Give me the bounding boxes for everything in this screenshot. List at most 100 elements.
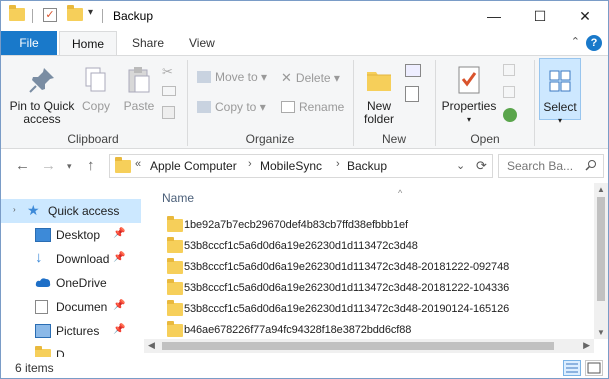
search-icon <box>585 159 597 174</box>
copy-to-label: Copy to <box>215 100 257 114</box>
properties-label: Properties <box>441 99 497 113</box>
new-item-icon[interactable] <box>405 64 421 77</box>
history-icon[interactable] <box>503 108 517 122</box>
tab-file[interactable]: File <box>1 31 57 55</box>
folder-icon <box>9 5 25 21</box>
horizontal-scrollbar[interactable]: ◀ ▶ <box>144 339 594 353</box>
desktop-icon <box>35 228 51 242</box>
status-bar: 6 items <box>1 357 608 378</box>
easy-access-icon[interactable] <box>405 86 419 102</box>
open-icon[interactable] <box>503 64 515 76</box>
address-prefix[interactable]: « <box>135 158 141 170</box>
breadcrumb-backup[interactable]: Backup <box>347 159 387 173</box>
edit-icon[interactable] <box>503 86 515 98</box>
paste-shortcut-icon[interactable] <box>162 106 175 119</box>
properties-button[interactable]: Properties ▾ <box>441 64 497 126</box>
sort-ascending-icon: ^ <box>398 188 403 198</box>
document-icon <box>35 300 48 314</box>
window-title: Backup <box>113 9 154 23</box>
copy-label: Copy <box>81 99 110 113</box>
star-icon: ★ <box>27 202 40 218</box>
large-icons-view-button[interactable] <box>585 360 603 376</box>
copy-path-icon[interactable] <box>162 86 176 96</box>
folder-icon <box>167 279 183 295</box>
cut-icon[interactable]: ✂ <box>162 64 173 80</box>
scroll-thumb[interactable] <box>162 342 554 350</box>
tab-view[interactable]: View <box>177 31 227 55</box>
copy-to-button[interactable]: Copy to ▾ <box>197 100 266 114</box>
ribbon: Pin to Quick access Copy Paste ✂ Clipboa… <box>1 55 608 149</box>
properties-icon <box>453 64 485 96</box>
new-folder-quick-icon[interactable] <box>67 5 83 21</box>
scroll-left-icon[interactable]: ◀ <box>148 340 155 351</box>
forward-arrow-icon[interactable]: → <box>41 157 56 174</box>
tab-home[interactable]: Home <box>59 31 118 55</box>
breadcrumb-separator-icon[interactable]: › <box>336 158 340 170</box>
open-group-label: Open <box>470 132 500 146</box>
breadcrumb-apple-computer[interactable]: Apple Computer <box>150 159 237 173</box>
list-item[interactable]: b46ae678226f77a94fc94328f18e3872bdd6cf88 <box>162 321 562 341</box>
collapse-ribbon-icon[interactable]: ⌃ <box>571 35 580 48</box>
new-folder-label: New folder <box>363 99 395 126</box>
paste-button[interactable]: Paste <box>119 64 159 113</box>
nav-item-onedrive[interactable]: OneDrive <box>1 271 141 295</box>
select-button[interactable]: Select ▾ <box>539 58 581 125</box>
pin-icon[interactable]: 📌 <box>113 252 125 263</box>
rename-button[interactable]: Rename <box>281 100 344 114</box>
nav-item-desktop[interactable]: Desktop 📌 <box>1 223 141 247</box>
customize-toolbar-chevron-icon[interactable]: ▾ <box>88 7 93 18</box>
pin-icon[interactable]: 📌 <box>113 300 125 311</box>
refresh-icon[interactable]: ⟳ <box>476 158 487 174</box>
new-folder-button[interactable]: New folder <box>359 64 399 126</box>
move-to-button[interactable]: Move to ▾ <box>197 70 267 84</box>
folder-icon <box>167 216 183 232</box>
file-list: ^ Name 1be92a7b7ecb29670def4b83cb7ffd38e… <box>144 183 600 357</box>
folder-icon <box>167 300 183 316</box>
nav-item-d[interactable]: D <box>1 343 141 357</box>
address-bar[interactable]: « Apple Computer › MobileSync › Backup ⌄… <box>109 154 493 178</box>
scroll-up-icon[interactable]: ▲ <box>597 185 605 194</box>
breadcrumb-mobilesync[interactable]: MobileSync <box>260 159 322 173</box>
scroll-thumb[interactable] <box>597 197 605 301</box>
nav-item-documents[interactable]: Documen 📌 <box>1 295 141 319</box>
details-view-button[interactable] <box>563 360 581 376</box>
back-arrow-icon[interactable]: ← <box>15 157 30 174</box>
nav-item-pictures[interactable]: Pictures 📌 <box>1 319 141 343</box>
nav-item-quick-access[interactable]: › ★ Quick access <box>1 199 141 223</box>
list-item[interactable]: 53b8cccf1c5a6d0d6a19e26230d1d113472c3d48 <box>162 237 562 257</box>
rename-label: Rename <box>299 100 345 114</box>
copy-icon <box>80 64 112 96</box>
minimize-button[interactable]: — <box>471 1 517 31</box>
pin-to-quick-access-button[interactable]: Pin to Quick access <box>7 64 77 126</box>
new-folder-icon <box>363 64 395 96</box>
properties-dropdown-icon[interactable]: ▾ <box>441 113 497 126</box>
delete-button[interactable]: ✕ Delete ▾ <box>281 70 340 86</box>
pin-icon[interactable]: 📌 <box>113 228 125 239</box>
scroll-right-icon[interactable]: ▶ <box>583 340 590 351</box>
copy-button[interactable]: Copy <box>79 64 113 113</box>
vertical-scrollbar[interactable]: ▲ ▼ <box>594 183 608 339</box>
list-item[interactable]: 1be92a7b7ecb29670def4b83cb7ffd38efbbb1ef <box>162 216 562 236</box>
address-dropdown-icon[interactable]: ⌄ <box>456 159 465 172</box>
folder-icon <box>35 346 51 357</box>
scroll-down-icon[interactable]: ▼ <box>597 328 605 337</box>
tab-share[interactable]: Share <box>120 31 176 55</box>
maximize-button[interactable]: ☐ <box>517 1 563 31</box>
breadcrumb-separator-icon[interactable]: › <box>248 158 252 170</box>
move-to-icon <box>197 71 211 83</box>
list-item[interactable]: 53b8cccf1c5a6d0d6a19e26230d1d113472c3d48… <box>162 300 562 320</box>
properties-quick-icon[interactable]: ✓ <box>43 8 57 22</box>
recent-locations-chevron-icon[interactable]: ▾ <box>67 161 72 172</box>
close-button[interactable]: ✕ <box>562 1 608 31</box>
list-item[interactable]: 53b8cccf1c5a6d0d6a19e26230d1d113472c3d48… <box>162 258 562 278</box>
pin-icon[interactable]: 📌 <box>113 324 125 335</box>
nav-item-downloads[interactable]: ↓ Download 📌 <box>1 247 141 271</box>
search-input[interactable]: Search Ba... <box>507 159 573 173</box>
rename-icon <box>281 101 295 113</box>
help-icon[interactable]: ? <box>586 35 602 51</box>
list-item[interactable]: 53b8cccf1c5a6d0d6a19e26230d1d113472c3d48… <box>162 279 562 299</box>
search-box[interactable]: Search Ba... <box>498 154 604 178</box>
up-arrow-icon[interactable]: ↑ <box>87 157 95 174</box>
column-header-name[interactable]: ^ Name <box>162 188 402 205</box>
copy-to-icon <box>197 101 211 113</box>
